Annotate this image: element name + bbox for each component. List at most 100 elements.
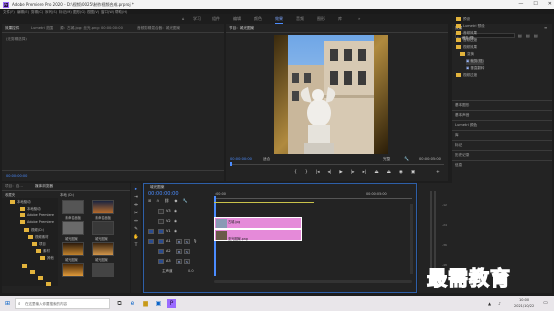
eye-icon[interactable]: ◉: [174, 219, 177, 223]
eye-icon[interactable]: ◉: [174, 229, 177, 233]
wrench-icon[interactable]: 🔧: [404, 156, 409, 161]
timeline-scrollbar[interactable]: [410, 204, 413, 274]
work-area-bar[interactable]: [214, 202, 314, 203]
media-thumbnail[interactable]: [92, 263, 114, 277]
workspace-effects[interactable]: 效果: [275, 16, 283, 24]
home-icon[interactable]: ⌂: [182, 16, 185, 21]
minimize-button[interactable]: —: [518, 1, 523, 7]
workspace-color[interactable]: 颜色: [254, 16, 262, 22]
effects-item[interactable]: Lumetri 预设: [456, 24, 485, 30]
section-lumetri-color[interactable]: Lumetri 颜色: [455, 123, 477, 128]
path-dropdown[interactable]: 本地 (D:): [60, 192, 74, 197]
timeline-clip-top[interactable]: 古城.jpg: [214, 217, 302, 229]
nest-icon[interactable]: ⊞: [148, 198, 151, 203]
tab-lumetri-scopes[interactable]: Lumetri 范围: [31, 26, 53, 31]
extract-icon[interactable]: ⏏: [387, 170, 391, 175]
eye-icon[interactable]: ◉: [174, 209, 177, 213]
solo-a2-button[interactable]: S: [184, 249, 190, 254]
media-thumbnail[interactable]: [92, 221, 114, 235]
lift-icon[interactable]: ⏏: [374, 170, 378, 175]
play-icon[interactable]: ▶: [339, 170, 342, 175]
tab-project[interactable]: 项目：自…: [5, 184, 23, 189]
tree-item[interactable]: 其他: [40, 255, 54, 260]
effects-item[interactable]: ▣ 垂直翻转: [466, 66, 484, 72]
slip-tool-icon[interactable]: ↔: [133, 219, 139, 225]
tab-audio-clip-mixer[interactable]: 音频剪辑混合器：城光图案: [137, 26, 180, 31]
go-to-in-icon[interactable]: |◂: [316, 170, 320, 175]
section-info[interactable]: 信息: [455, 163, 462, 168]
tree-item[interactable]: 本地驱动: [10, 199, 31, 204]
toggle-sync-lock-v1[interactable]: [158, 229, 164, 234]
tab-source[interactable]: 源：古城.jpg: 丝光.png: 00:00:00:00: [60, 26, 123, 31]
snap-icon[interactable]: ∩: [156, 198, 159, 203]
tree-item[interactable]: 本地驱动: [20, 206, 41, 211]
workspace-audio[interactable]: 音频: [296, 16, 304, 22]
effects-item[interactable]: 音频过渡: [456, 38, 477, 44]
workspace-editing[interactable]: 编辑: [233, 16, 241, 22]
pen-tool-icon[interactable]: ✎: [133, 227, 139, 233]
toggle-sync-lock-v2[interactable]: [158, 219, 164, 224]
tab-media-browser[interactable]: 媒体浏览器: [35, 184, 53, 189]
folder-icon[interactable]: [46, 282, 51, 286]
effects-item[interactable]: 视频过渡: [456, 73, 477, 79]
tree-item[interactable]: Adobe Premiere: [20, 220, 54, 225]
mute-a2-button[interactable]: M: [176, 249, 182, 254]
time-ruler[interactable]: [214, 198, 412, 199]
linked-selection-icon[interactable]: ⛓: [164, 198, 169, 203]
toggle-sync-lock-v3[interactable]: [158, 209, 164, 214]
tab-program[interactable]: 节目：城光图案: [229, 26, 254, 31]
volume-icon[interactable]: ♪: [495, 299, 504, 308]
mute-a1-button[interactable]: M: [176, 239, 182, 244]
maximize-button[interactable]: ☐: [533, 1, 537, 7]
media-thumbnail[interactable]: [62, 221, 84, 235]
selection-tool-icon[interactable]: ▸: [133, 187, 139, 193]
sequence-timecode[interactable]: 00:00:00:00: [148, 191, 179, 197]
playhead-marker[interactable]: [230, 162, 232, 166]
microphone-icon[interactable]: 🎙: [193, 239, 197, 243]
toggle-sync-lock-a3[interactable]: [158, 259, 164, 264]
mark-out-icon[interactable]: }: [305, 170, 308, 175]
mark-in-icon[interactable]: {: [294, 170, 297, 175]
zoom-scrollbar[interactable]: [214, 280, 412, 283]
folder-icon[interactable]: [30, 270, 35, 274]
32bit-effects-icon[interactable]: ▤: [526, 33, 530, 38]
hand-tool-icon[interactable]: ✋: [133, 235, 139, 241]
workspace-assembly[interactable]: 组件: [212, 16, 220, 22]
workspace-libraries[interactable]: 库: [338, 16, 342, 22]
toggle-sync-lock-a1[interactable]: [158, 239, 164, 244]
comparison-view-icon[interactable]: ▣: [411, 170, 415, 175]
windows-start-icon[interactable]: ⊞: [3, 299, 12, 308]
yuv-effects-icon[interactable]: ▤: [534, 33, 538, 38]
tree-item[interactable]: 素材: [36, 248, 50, 253]
edge-browser-icon[interactable]: e: [128, 299, 137, 308]
export-frame-icon[interactable]: ◉: [399, 170, 403, 175]
track-select-tool-icon[interactable]: ⇥: [133, 195, 139, 201]
solo-a1-button[interactable]: S: [184, 239, 190, 244]
master-volume[interactable]: 0.0: [188, 269, 194, 273]
effects-item[interactable]: 音频效果: [456, 31, 477, 37]
quality-dropdown[interactable]: 完整: [383, 157, 390, 162]
fit-dropdown[interactable]: 适合: [263, 157, 270, 162]
razor-tool-icon[interactable]: ✂: [133, 211, 139, 217]
panel-menu-icon[interactable]: ≡: [544, 25, 547, 30]
mute-a3-button[interactable]: M: [176, 259, 182, 264]
toggle-sync-lock-a2[interactable]: [158, 249, 164, 254]
step-forward-icon[interactable]: |▸: [351, 170, 355, 175]
timeline-settings-icon[interactable]: 🔧: [182, 198, 187, 203]
section-libraries[interactable]: 库: [455, 133, 459, 138]
media-thumbnail[interactable]: [62, 200, 84, 214]
timeline-clip-bottom[interactable]: 亚光图案.png: [214, 229, 302, 241]
folder-icon[interactable]: [22, 264, 27, 268]
effects-item[interactable]: 预设: [456, 17, 470, 23]
store-icon[interactable]: ▣: [154, 299, 163, 308]
notification-icon[interactable]: ▭: [541, 299, 550, 308]
workspace-learn[interactable]: 学习: [193, 16, 201, 22]
tab-effect-controls[interactable]: 效果控件: [5, 26, 19, 31]
go-to-out-icon[interactable]: ▸|: [363, 170, 367, 175]
effects-item-selected[interactable]: ▣ 裁剪(视): [466, 59, 484, 65]
tree-item[interactable]: 视频素材: [28, 234, 49, 239]
section-history[interactable]: 历史记录: [455, 153, 469, 158]
effects-item[interactable]: 变换: [460, 52, 474, 58]
workspace-graphics[interactable]: 图形: [317, 16, 325, 22]
add-button-icon[interactable]: +: [436, 170, 440, 175]
